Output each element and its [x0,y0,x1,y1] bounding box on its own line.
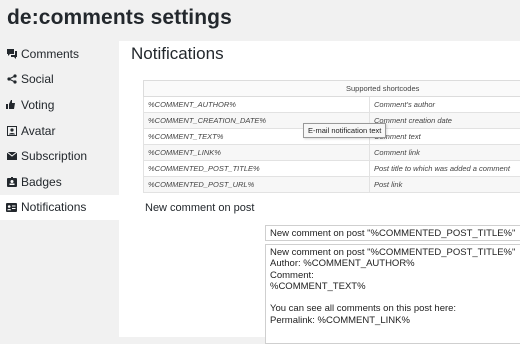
description-cell: Comment text [370,129,520,145]
table-row: %COMMENTED_POST_URL% Post link [144,177,520,193]
sidebar-item-label: Badges [21,175,62,189]
sidebar-item-social[interactable]: Social [0,67,119,93]
new-comment-label: New comment on post [145,202,254,214]
page-title: de:comments settings [7,6,232,30]
envelope-icon [6,151,17,162]
sidebar-item-label: Voting [21,98,54,112]
sidebar-item-comments[interactable]: Comments [0,41,119,67]
sidebar-item-notifications[interactable]: Notifications [0,195,119,221]
description-cell: Post title to which was added a comment [370,161,520,177]
avatar-icon [6,125,17,136]
shortcode-cell: %COMMENT_LINK% [144,145,370,161]
description-cell: Comment's author [370,97,520,113]
shortcode-cell: %COMMENT_AUTHOR% [144,97,370,113]
description-cell: Comment creation date [370,113,520,129]
tooltip: E-mail notification text [303,123,386,138]
thumbs-icon [6,99,17,110]
id-card-icon [6,202,17,213]
sidebar-item-badges[interactable]: Badges [0,169,119,195]
table-row: %COMMENT_AUTHOR% Comment's author [144,97,520,113]
sidebar-item-label: Avatar [21,124,55,138]
description-cell: Post link [370,177,520,193]
sidebar-item-label: Social [21,72,54,86]
comments-icon [6,48,17,59]
notifications-panel: Notifications Supported shortcodes %COMM… [119,41,520,337]
settings-sidebar: Comments Social Voting Avatar Subscripti… [0,41,119,220]
sidebar-item-avatar[interactable]: Avatar [0,118,119,144]
share-icon [6,74,17,85]
sidebar-item-subscription[interactable]: Subscription [0,143,119,169]
email-body-textarea[interactable]: New comment on post "%COMMENTED_POST_TIT… [265,244,520,344]
email-subject-input[interactable] [265,225,520,241]
badge-icon [6,176,17,187]
sidebar-item-label: Notifications [21,200,86,214]
table-row: %COMMENTED_POST_TITLE% Post title to whi… [144,161,520,177]
description-cell: Comment link [370,145,520,161]
table-row: %COMMENT_LINK% Comment link [144,145,520,161]
sidebar-item-label: Comments [21,47,79,61]
sidebar-item-label: Subscription [21,149,87,163]
table-header: Supported shortcodes [144,81,520,97]
section-title: Notifications [131,44,224,64]
shortcode-cell: %COMMENTED_POST_TITLE% [144,161,370,177]
shortcode-cell: %COMMENTED_POST_URL% [144,177,370,193]
sidebar-item-voting[interactable]: Voting [0,92,119,118]
